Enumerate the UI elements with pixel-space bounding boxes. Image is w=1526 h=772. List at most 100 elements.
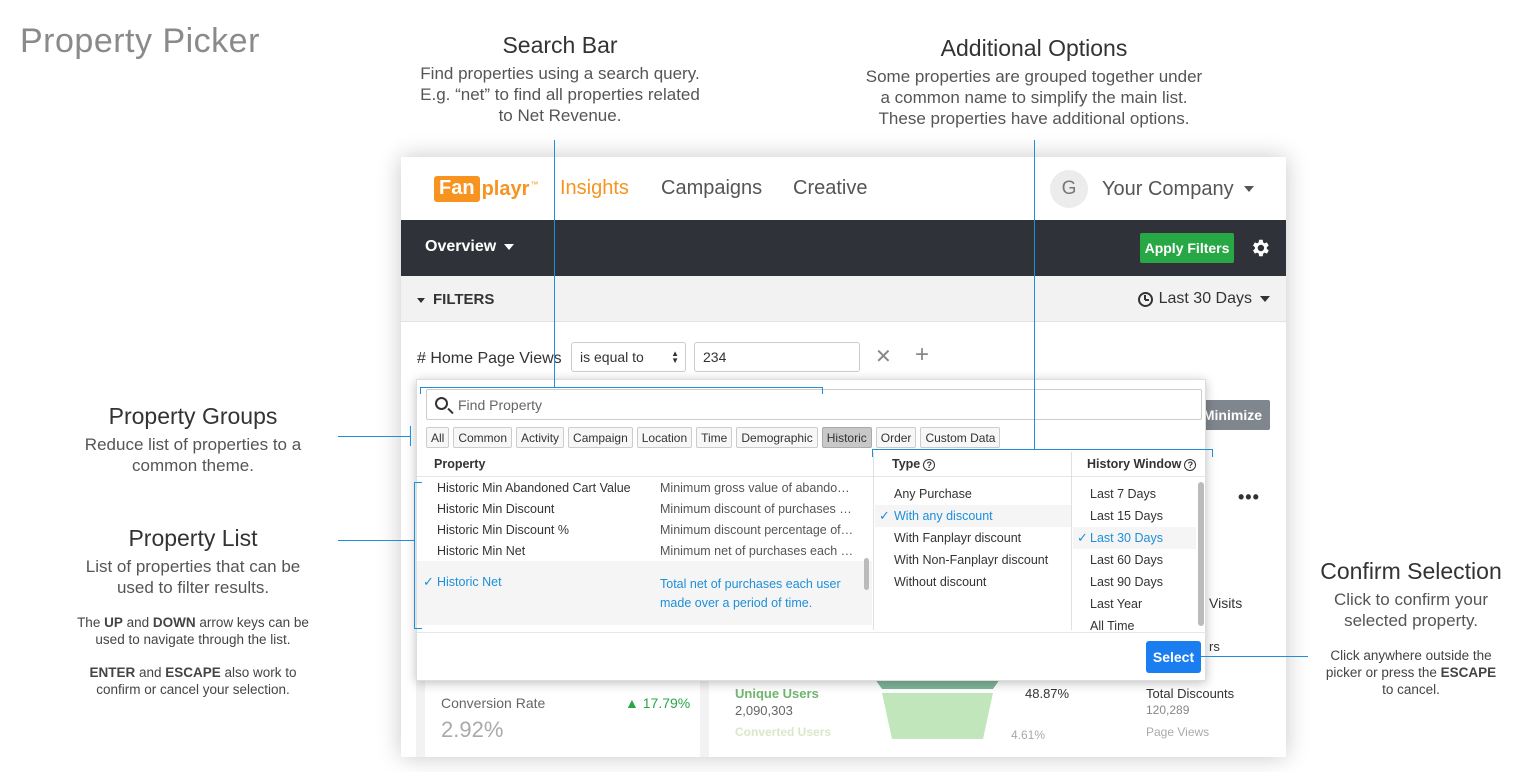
annotation-line: Find properties using a search query. xyxy=(420,64,700,83)
list-bracket xyxy=(414,628,422,629)
search-bracket xyxy=(420,387,823,388)
property-row[interactable]: Historic Min Abandoned Cart Value Minimum… xyxy=(417,477,872,498)
history-option[interactable]: Last 7 Days xyxy=(1073,483,1196,505)
tab-historic[interactable]: Historic xyxy=(821,427,872,448)
type-option[interactable]: With Non-Fanplayr discount xyxy=(875,549,1071,571)
overview-dropdown[interactable]: Overview xyxy=(425,238,515,256)
type-options: Any Purchase ✓ With any discount With Fanpl… xyxy=(875,483,1071,593)
apply-filters-button[interactable]: Apply Filters xyxy=(1140,233,1234,263)
annotation-property-list: Property List List of properties that ca… xyxy=(48,525,338,698)
list-bracket xyxy=(414,482,415,629)
property-group-tabs: All Common Activity Campaign Location Time Dem… xyxy=(426,427,1001,448)
search-input[interactable] xyxy=(458,395,1158,415)
property-name: Historic Min Discount xyxy=(437,502,555,516)
page-views-label: Page Views xyxy=(1146,725,1210,739)
annotation-line: List of properties that can be xyxy=(85,557,301,576)
column-type-label: Type xyxy=(892,457,921,471)
filter-property-label[interactable]: # Home Page Views xyxy=(417,350,562,368)
type-option[interactable]: ✓ With any discount xyxy=(875,505,1071,527)
property-row[interactable]: Historic Min Discount Minimum discount of… xyxy=(417,498,872,519)
property-list-scrollbar[interactable] xyxy=(864,558,869,590)
history-option-label: All Time xyxy=(1090,619,1135,633)
type-option[interactable]: Any Purchase xyxy=(875,483,1071,505)
funnel-percent: 48.87% xyxy=(1025,686,1070,701)
tab-campaign[interactable]: Campaign xyxy=(568,427,633,448)
select-arrows-icon: ▲ ▼ xyxy=(671,349,679,365)
property-name: Historic Purchase Count xyxy=(437,629,572,630)
tab-order[interactable]: Order xyxy=(875,427,917,448)
history-option[interactable]: All Time xyxy=(1073,615,1196,637)
note-text: also work to xyxy=(220,665,297,680)
gear-icon[interactable] xyxy=(1249,237,1271,259)
logo-part: playr xyxy=(481,177,530,200)
company-menu[interactable]: G Your Company xyxy=(1050,169,1254,209)
history-scrollbar[interactable] xyxy=(1198,482,1204,626)
operator-select[interactable]: is equal to ▲ ▼ xyxy=(571,342,686,372)
property-description: Minimum discount of purchases … xyxy=(660,502,852,516)
help-icon[interactable]: ? xyxy=(1184,459,1197,471)
history-option-label: Last 30 Days xyxy=(1090,531,1163,545)
property-row[interactable]: Historic Min Discount % Minimum discount … xyxy=(417,519,872,540)
funnel-chart xyxy=(875,679,1000,739)
column-history-label: History Window xyxy=(1087,457,1182,471)
nav-insights[interactable]: Insights xyxy=(560,177,629,200)
options-leader-line xyxy=(1034,140,1035,450)
history-option[interactable]: ✓ Last 30 Days xyxy=(1073,527,1196,549)
filter-value-input[interactable]: 234 xyxy=(694,342,860,372)
add-filter-icon[interactable]: + xyxy=(915,341,929,369)
filters-title: FILTERS xyxy=(433,291,495,308)
property-row[interactable]: Historic Purchase Count Number of visits … xyxy=(417,625,872,630)
type-option[interactable]: With Fanplayr discount xyxy=(875,527,1071,549)
list-leader-line xyxy=(338,540,414,541)
conversion-change: ▲ 17.79% xyxy=(625,695,691,711)
annotation-line: E.g. “net” to find all properties relate… xyxy=(420,85,700,104)
history-option[interactable]: Last 90 Days xyxy=(1073,571,1196,593)
annotation-heading: Additional Options xyxy=(940,35,1128,61)
history-option[interactable]: Last Year xyxy=(1073,593,1196,615)
tab-activity[interactable]: Activity xyxy=(516,427,565,448)
tab-time[interactable]: Time xyxy=(696,427,733,448)
type-option-label: Without discount xyxy=(894,575,987,589)
note-key: DOWN xyxy=(152,615,196,630)
unique-users-label: Unique Users xyxy=(735,686,819,701)
tab-demographic[interactable]: Demographic xyxy=(736,427,818,448)
total-discounts-label: Total Discounts xyxy=(1146,686,1235,701)
search-icon xyxy=(435,397,448,410)
history-option-label: Last 60 Days xyxy=(1090,553,1163,567)
help-icon[interactable]: ? xyxy=(923,459,936,471)
date-range-label: Last 30 Days xyxy=(1158,290,1252,307)
chevron-down-icon xyxy=(504,243,515,250)
nav-campaigns[interactable]: Campaigns xyxy=(661,177,762,200)
tab-location[interactable]: Location xyxy=(636,427,693,448)
app-window: Fan playr ™ Insights Campaigns Creative … xyxy=(401,157,1286,757)
avatar: G xyxy=(1050,170,1088,208)
date-range-dropdown[interactable]: Last 30 Days xyxy=(1137,290,1270,308)
conversion-rate-label: Conversion Rate xyxy=(441,695,546,711)
minimize-button[interactable]: Minimize xyxy=(1198,400,1270,430)
options-bracket xyxy=(1212,449,1213,457)
toolbar: Overview Apply Filters xyxy=(401,220,1286,276)
history-option[interactable]: Last 60 Days xyxy=(1073,549,1196,571)
annotation-line: common theme. xyxy=(132,456,254,475)
type-option[interactable]: Without discount xyxy=(875,571,1071,593)
tab-common[interactable]: Common xyxy=(453,427,513,448)
property-description: Total net of purchases each user made ov… xyxy=(660,577,841,610)
list-bracket xyxy=(414,482,422,483)
select-button[interactable]: Select xyxy=(1146,641,1201,673)
tab-all[interactable]: All xyxy=(426,427,450,448)
total-discounts-value: 120,289 xyxy=(1146,703,1190,717)
filters-toggle[interactable]: FILTERS xyxy=(417,291,494,308)
search-bar[interactable] xyxy=(426,389,1202,420)
annotation-search-bar: Search Bar Find properties using a searc… xyxy=(390,32,730,126)
search-bracket xyxy=(420,387,421,394)
check-icon: ✓ xyxy=(423,574,434,589)
property-row[interactable]: ✓ Historic Net Total net of purchases each… xyxy=(417,561,872,625)
remove-filter-icon[interactable]: ✕ xyxy=(875,344,892,369)
property-row[interactable]: Historic Min Net Minimum net of purchases… xyxy=(417,540,872,561)
overview-label: Overview xyxy=(425,238,497,255)
fanplayr-logo[interactable]: Fan playr ™ xyxy=(434,175,538,203)
tab-custom-data[interactable]: Custom Data xyxy=(920,427,1001,448)
history-option[interactable]: Last 15 Days xyxy=(1073,505,1196,527)
nav-creative[interactable]: Creative xyxy=(793,177,867,200)
more-options-icon[interactable]: ••• xyxy=(1238,487,1260,508)
